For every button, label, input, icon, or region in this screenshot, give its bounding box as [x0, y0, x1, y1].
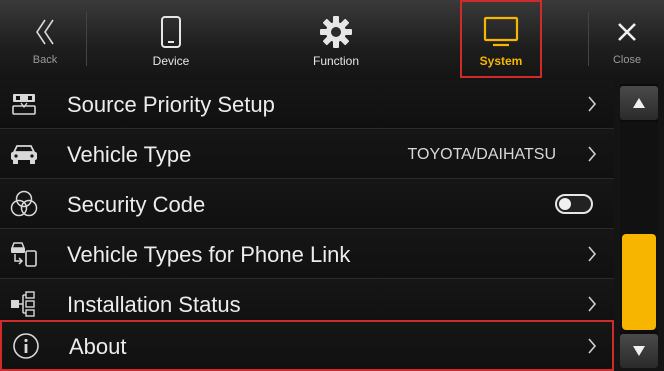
car-icon	[8, 138, 40, 170]
scroll-thumb[interactable]	[622, 234, 656, 330]
chevron-right-icon	[588, 296, 597, 312]
divider	[588, 12, 589, 66]
menu-item-label: Vehicle Type	[67, 142, 192, 167]
function-label: Function	[312, 54, 360, 68]
gear-icon	[319, 14, 353, 50]
menu-item-vehicle-types-phone-link[interactable]: Vehicle Types for Phone Link	[0, 230, 614, 279]
info-icon	[10, 330, 42, 362]
close-label: Close	[612, 54, 642, 66]
back-label: Back	[32, 54, 58, 66]
system-label: System	[479, 54, 523, 68]
double-chevron-left-icon	[33, 14, 57, 50]
device-label: Device	[152, 54, 190, 68]
security-code-icon	[8, 188, 40, 220]
triangle-down-icon	[633, 346, 645, 356]
phone-link-icon	[8, 238, 40, 270]
toggle-knob	[559, 198, 571, 210]
menu-item-label: About	[69, 334, 127, 359]
tab-device[interactable]: Device	[130, 0, 212, 78]
smartphone-icon	[160, 14, 182, 50]
system-settings-screen: Back Device Function System Close Source…	[0, 0, 664, 371]
close-icon	[615, 14, 639, 50]
triangle-up-icon	[633, 98, 645, 108]
system-settings-list: Source Priority Setup Vehicle Type TOYOT…	[0, 78, 614, 371]
menu-item-label: Security Code	[67, 192, 206, 217]
menu-item-label: Installation Status	[67, 292, 241, 317]
menu-item-security-code[interactable]: Security Code	[0, 180, 614, 229]
chevron-right-icon	[588, 96, 597, 112]
tab-system[interactable]: System	[460, 0, 542, 78]
tab-function[interactable]: Function	[290, 0, 382, 78]
menu-item-label: Vehicle Types for Phone Link	[67, 242, 351, 267]
scroll-up-button[interactable]	[620, 86, 658, 120]
chevron-right-icon	[588, 146, 597, 162]
security-code-toggle[interactable]	[555, 194, 593, 214]
menu-item-label: Source Priority Setup	[67, 92, 275, 117]
scrollbar[interactable]	[620, 84, 658, 368]
monitor-icon	[483, 14, 519, 50]
source-priority-icon	[8, 88, 40, 120]
close-button[interactable]: Close	[596, 0, 658, 78]
chevron-right-icon	[588, 338, 597, 354]
menu-item-vehicle-type[interactable]: Vehicle Type TOYOTA/DAIHATSU	[0, 130, 614, 179]
back-button[interactable]: Back	[14, 0, 76, 78]
menu-item-about[interactable]: About	[0, 320, 614, 371]
scroll-track[interactable]	[620, 122, 658, 330]
scroll-down-button[interactable]	[620, 334, 658, 368]
vehicle-type-value: TOYOTA/DAIHATSU	[407, 146, 556, 163]
chevron-right-icon	[588, 246, 597, 262]
top-navigation-bar: Back Device Function System Close	[0, 0, 664, 78]
divider	[86, 12, 87, 66]
menu-item-source-priority-setup[interactable]: Source Priority Setup	[0, 80, 614, 129]
installation-status-icon	[8, 288, 40, 320]
